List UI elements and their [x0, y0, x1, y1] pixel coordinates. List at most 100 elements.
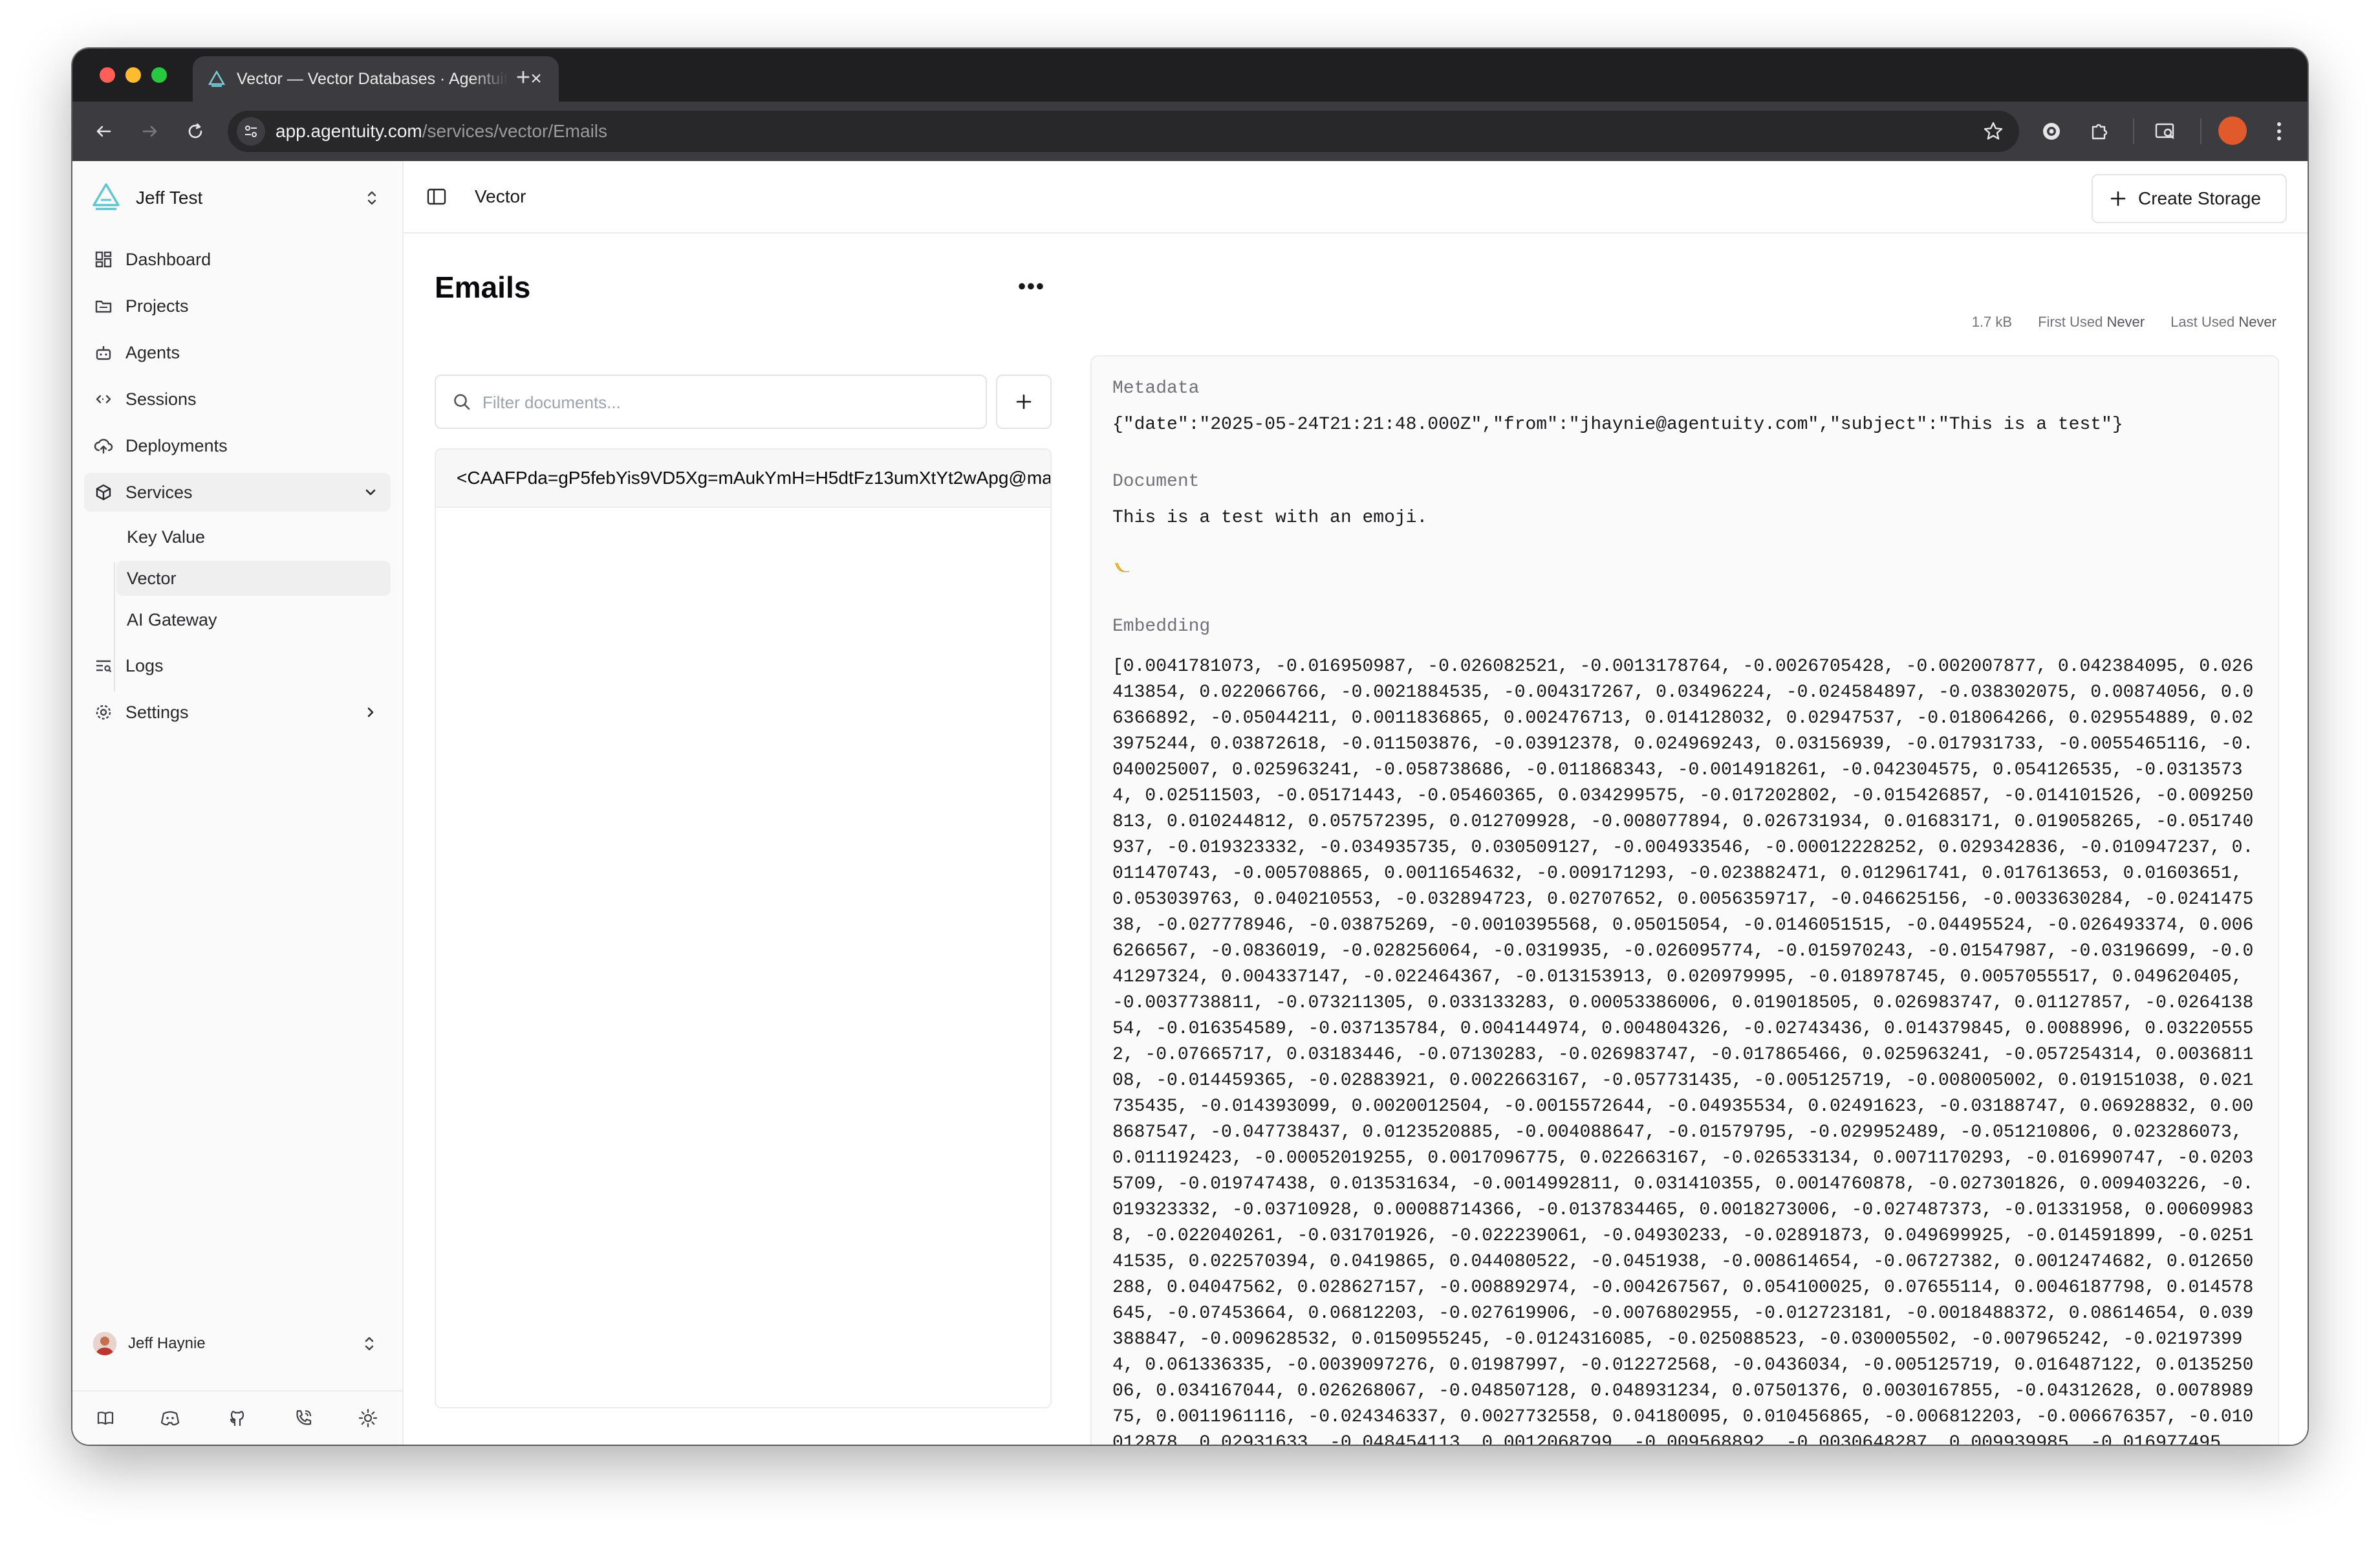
embedding-line: 0.011192423, -0.00052019255, 0.001709677…: [1112, 1148, 2254, 1168]
site-settings-icon[interactable]: [237, 117, 265, 146]
embedding-line: 8, -0.022040261, -0.031701926, -0.022239…: [1112, 1226, 2254, 1246]
toolbar-separator: [2200, 118, 2202, 144]
nav-sessions[interactable]: Sessions: [84, 380, 391, 419]
embedding-line: 08, -0.014459365, -0.02883921, 0.0022663…: [1112, 1071, 2254, 1091]
sidebar-footer: [72, 1390, 402, 1445]
create-storage-button[interactable]: Create Storage: [2092, 174, 2287, 223]
embedding-line: 019323332, -0.03710928, 0.00088714366, -…: [1112, 1200, 2254, 1220]
org-name: Jeff Test: [136, 188, 203, 208]
nav-deployments[interactable]: Deployments: [84, 426, 391, 465]
nav-label: Sessions: [125, 389, 197, 409]
folder-icon: [93, 296, 114, 316]
dashboard-icon: [93, 249, 114, 270]
embedding-value: [0.0041781073, -0.016950987, -0.02608252…: [1112, 654, 2258, 1445]
address-bar[interactable]: app.agentuity.com/services/vector/Emails: [228, 111, 2019, 152]
user-menu[interactable]: Jeff Haynie: [93, 1326, 391, 1362]
menu-kebab-icon[interactable]: [2262, 115, 2296, 148]
cloud-upload-icon: [93, 435, 114, 456]
browser-toolbar: app.agentuity.com/services/vector/Emails: [72, 102, 2308, 162]
url-text: app.agentuity.com/services/vector/Emails: [276, 111, 607, 152]
plus-icon: [1016, 394, 1032, 410]
storage-size: 1.7 kB: [1971, 314, 2013, 330]
chevron-down-icon: [361, 483, 380, 502]
embedding-line: 288, 0.04047562, 0.028627157, -0.0088929…: [1112, 1278, 2254, 1298]
filter-field[interactable]: [435, 375, 987, 429]
first-used-label: First Used: [2038, 314, 2103, 330]
metadata-label: Metadata: [1112, 378, 1200, 399]
embedding-line: 06, 0.034167044, 0.026268067, -0.0485071…: [1112, 1381, 2254, 1401]
embedding-line: 388847, -0.009628532, 0.0150955245, -0.0…: [1112, 1329, 2243, 1350]
logs-icon: [93, 655, 114, 676]
bookmark-star-icon[interactable]: [1982, 120, 2005, 143]
nav-projects[interactable]: Projects: [84, 287, 391, 325]
last-used-label: Last Used: [2170, 314, 2235, 330]
app-content: Jeff Test Dashboard Projects Agents Sess…: [72, 161, 2308, 1445]
back-icon[interactable]: [87, 115, 120, 148]
discord-icon[interactable]: [159, 1407, 181, 1429]
embedding-line: 735435, -0.014393099, 0.0020012504, -0.0…: [1112, 1097, 2254, 1117]
close-window-button[interactable]: [100, 67, 115, 83]
document-key: <CAAFPda=gP5febYis9VD5Xg=mAukYmH=H5dtFz1…: [457, 468, 1052, 488]
nav-label: Dashboard: [125, 249, 211, 269]
org-switcher[interactable]: Jeff Test: [91, 179, 388, 217]
document-detail-panel: Metadata {"date":"2025-05-24T21:21:48.00…: [1090, 355, 2279, 1445]
nav-label: Deployments: [125, 435, 228, 455]
book-icon[interactable]: [94, 1407, 116, 1429]
nav-agents[interactable]: Agents: [84, 333, 391, 372]
extension-icon[interactable]: [2035, 115, 2068, 148]
storage-stats: 1.7 kB First Used Never Last Used Never: [1972, 314, 2277, 331]
forward-icon[interactable]: [133, 115, 167, 148]
filter-documents-input[interactable]: [481, 382, 975, 422]
toolbar-separator: [2133, 118, 2134, 144]
sidebar-toggle-icon[interactable]: [426, 186, 448, 208]
tab-search-icon[interactable]: [2148, 115, 2182, 148]
metadata-value: {"date":"2025-05-24T21:21:48.000Z","from…: [1112, 415, 2123, 435]
embedding-line: 937, -0.019323332, -0.034935735, 0.03050…: [1112, 838, 2254, 858]
puzzle-icon[interactable]: [2082, 115, 2116, 148]
embedding-line: [0.0041781073, -0.016950987, -0.02608252…: [1112, 657, 2254, 677]
gear-icon: [93, 702, 114, 723]
embedding-line: 4, 0.061336335, -0.0039097276, 0.0198799…: [1112, 1355, 2254, 1375]
embedding-label: Embedding: [1112, 617, 1211, 637]
robot-icon: [93, 342, 114, 363]
nav-settings[interactable]: Settings: [84, 693, 391, 732]
agentuity-logo-icon: [207, 69, 226, 89]
nav-dashboard[interactable]: Dashboard: [84, 240, 391, 279]
tab-title: Vector — Vector Databases · Agentuity: [237, 69, 508, 88]
minimize-window-button[interactable]: [125, 67, 141, 83]
theme-sun-icon[interactable]: [357, 1407, 379, 1429]
page-title: Emails: [435, 270, 531, 304]
sidebar: Jeff Test Dashboard Projects Agents Sess…: [72, 161, 404, 1445]
nav-label: Logs: [125, 655, 164, 675]
maximize-window-button[interactable]: [151, 67, 167, 83]
nav-label: Settings: [125, 702, 189, 722]
phone-icon[interactable]: [292, 1407, 314, 1429]
sub-vector[interactable]: Vector: [116, 561, 391, 596]
profile-avatar[interactable]: [2218, 116, 2247, 145]
sub-ai-gateway[interactable]: AI Gateway: [116, 602, 391, 637]
nav-logs[interactable]: Logs: [84, 646, 391, 685]
breadcrumb: Vector: [475, 186, 526, 206]
github-icon[interactable]: [226, 1407, 248, 1429]
document-list: <CAAFPda=gP5febYis9VD5Xg=mAukYmH=H5dtFz1…: [435, 448, 1052, 1408]
create-storage-label: Create Storage: [2138, 188, 2261, 208]
list-item[interactable]: <CAAFPda=gP5febYis9VD5Xg=mAukYmH=H5dtFz1…: [436, 450, 1050, 508]
more-options-icon[interactable]: •••: [1015, 276, 1048, 302]
chevron-right-icon: [361, 703, 380, 722]
embedding-line: 3975244, 0.03872618, -0.011503876, -0.03…: [1112, 734, 2254, 754]
embedding-line: 8687547, -0.047738437, 0.0123520885, -0.…: [1112, 1122, 2243, 1142]
embedding-line: 41297324, 0.004337147, -0.022464367, -0.…: [1112, 967, 2243, 987]
embedding-line: 413854, 0.022066766, -0.0021884535, -0.0…: [1112, 683, 2254, 703]
document-value: This is a test with an emoji.: [1112, 508, 1428, 528]
embedding-line: 2, -0.07665717, 0.03183446, -0.07130283,…: [1112, 1045, 2254, 1065]
nav-label: Agents: [125, 342, 180, 362]
sub-key-value[interactable]: Key Value: [116, 519, 391, 554]
document-label: Document: [1112, 472, 1200, 492]
browser-tab[interactable]: Vector — Vector Databases · Agentuity ×: [193, 56, 559, 102]
nav-services[interactable]: Services: [84, 473, 391, 512]
add-document-button[interactable]: [996, 375, 1052, 429]
new-tab-button[interactable]: +: [507, 61, 539, 94]
reload-icon[interactable]: [178, 115, 212, 148]
agentuity-logo-icon: [91, 182, 122, 215]
tab-strip: Vector — Vector Databases · Agentuity × …: [72, 49, 2308, 102]
